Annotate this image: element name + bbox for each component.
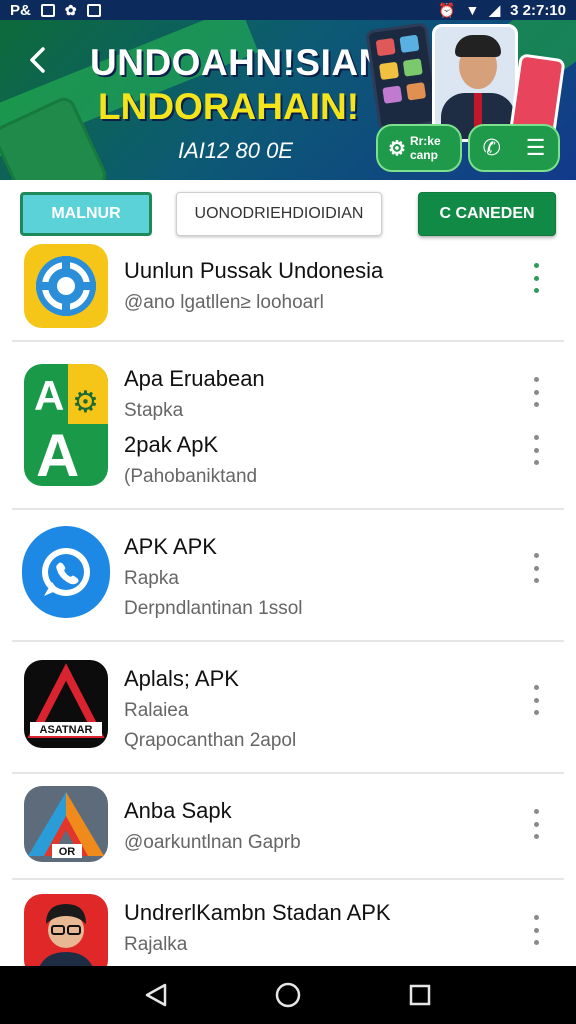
navigation-bar xyxy=(0,966,576,1024)
app-title: Apa Eruabean xyxy=(124,366,265,391)
app-subtitle: Stapka xyxy=(124,400,184,421)
nav-home-button[interactable] xyxy=(268,975,308,1015)
app-description: Qrapocanthan 2apol xyxy=(124,730,297,751)
list-item[interactable]: Uunlun Pussak Undonesia @ano lgatllen≥ l… xyxy=(0,244,576,340)
nav-back-button[interactable] xyxy=(136,975,176,1015)
nav-recents-button[interactable] xyxy=(400,975,440,1015)
filter-chip-malnur[interactable]: MALNUR xyxy=(20,192,152,236)
app-title: Anba Sapk xyxy=(124,798,232,823)
red-triangle-logo-icon: ASATNAR xyxy=(24,660,108,748)
more-options-icon[interactable] xyxy=(524,374,548,410)
more-options-icon[interactable] xyxy=(524,432,548,468)
signal-icon: ◢ xyxy=(489,1,501,18)
back-button[interactable] xyxy=(20,42,56,78)
hero-call-button[interactable]: ✆ ☰ xyxy=(468,124,560,172)
app-subtitle-secondary: (Pahobaniktand xyxy=(124,466,258,487)
list-item[interactable]: OR Anba Sapk @oarkuntlnan Gaprb xyxy=(0,774,576,878)
app-title-secondary: 2pak ApK xyxy=(124,432,219,457)
person-avatar-icon xyxy=(24,894,108,966)
hero-app-button[interactable]: ⚙ Rr:ke canp xyxy=(376,124,462,172)
recents-square-icon xyxy=(409,984,431,1006)
app-title: APK APK xyxy=(124,534,217,559)
status-left: P& ✿ xyxy=(10,2,101,19)
color-triangle-logo-icon: OR xyxy=(24,786,108,862)
hair-shape xyxy=(455,35,501,57)
app-subtitle: Rajalka xyxy=(124,934,188,955)
carrier-label: P& xyxy=(10,1,31,19)
app-title: Aplals; APK xyxy=(124,666,239,691)
app-subtitle: Rapka xyxy=(124,568,179,589)
more-options-icon[interactable] xyxy=(524,550,548,586)
more-options-icon[interactable] xyxy=(524,912,548,948)
list-item[interactable]: A ⚙ A Apa Eruabean Stapka 2pak ApK (Paho… xyxy=(0,342,576,508)
more-options-icon[interactable] xyxy=(524,806,548,842)
list-item[interactable]: UndrerlKambn Stadan APK Rajalka xyxy=(0,880,576,966)
alarm-icon: ⏰ xyxy=(438,1,456,18)
svg-text:OR: OR xyxy=(59,846,76,858)
app-subtitle: @ano lgatllen≥ loohoarl xyxy=(124,292,324,313)
chevron-left-icon xyxy=(30,47,45,73)
hero-app-button-label: Rr:ke canp xyxy=(409,134,441,162)
app-subtitle: @oarkuntlnan Gaprb xyxy=(124,832,301,853)
download-icon xyxy=(86,3,101,17)
list-item[interactable]: ASATNAR Aplals; APK Ralaiea Qrapocanthan… xyxy=(0,642,576,772)
clock: 3 2:7:10 xyxy=(510,1,566,19)
back-triangle-icon xyxy=(145,983,167,1007)
more-options-icon[interactable] xyxy=(524,260,548,296)
settings-gear-icon: ⚙ xyxy=(388,137,406,160)
svg-text:A: A xyxy=(34,372,64,419)
letter-a-gear-icon: A ⚙ A xyxy=(24,364,108,486)
more-options-icon[interactable] xyxy=(524,682,548,718)
app-description: Derpndlantinan 1ssol xyxy=(124,598,303,619)
phone-illustration xyxy=(365,22,441,132)
wifi-icon: ▼ xyxy=(465,2,480,18)
refresh-sync-icon xyxy=(24,244,108,328)
svg-text:⚙: ⚙ xyxy=(72,386,99,419)
filter-chip-category[interactable]: UONODRIEHDIOIDIAN xyxy=(176,192,382,236)
hero-subtitle: LNDORAHAIN! xyxy=(98,86,360,127)
svg-text:A: A xyxy=(36,422,79,486)
phone-icon: ✆ xyxy=(482,135,501,160)
filter-chip-download[interactable]: C CANEDEN xyxy=(418,192,556,236)
phone-chat-icon xyxy=(22,526,110,618)
notification-icon xyxy=(40,3,55,17)
hero-banner: UNDOAHN!SIAN LNDORAHAIN! IAI12 80 0E ⚙ R… xyxy=(0,20,576,180)
app-list: Uunlun Pussak Undonesia @ano lgatllen≥ l… xyxy=(0,244,576,966)
status-bar: P& ✿ ⏰ ▼ ◢ 3 2:7:10 xyxy=(0,0,576,20)
filter-row: MALNUR UONODRIEHDIOIDIAN C CANEDEN xyxy=(0,180,576,244)
svg-text:ASATNAR: ASATNAR xyxy=(40,724,93,736)
home-circle-icon xyxy=(275,982,301,1008)
app-title: Uunlun Pussak Undonesia xyxy=(124,258,384,283)
status-right: ⏰ ▼ ◢ 3 2:7:10 xyxy=(438,2,566,19)
menu-list-icon: ☰ xyxy=(525,135,546,160)
app-title: UndrerlKambn Stadan APK xyxy=(124,900,391,925)
hero-date: IAI12 80 0E xyxy=(178,138,293,163)
hero-title: UNDOAHN!SIAN xyxy=(90,42,386,83)
sync-icon: ✿ xyxy=(64,1,77,18)
app-subtitle: Ralaiea xyxy=(124,700,189,721)
app-screen: P& ✿ ⏰ ▼ ◢ 3 2:7:10 UNDOAHN!SIAN LNDORAH… xyxy=(0,0,576,1024)
list-item[interactable]: APK APK Rapka Derpndlantinan 1ssol xyxy=(0,510,576,640)
